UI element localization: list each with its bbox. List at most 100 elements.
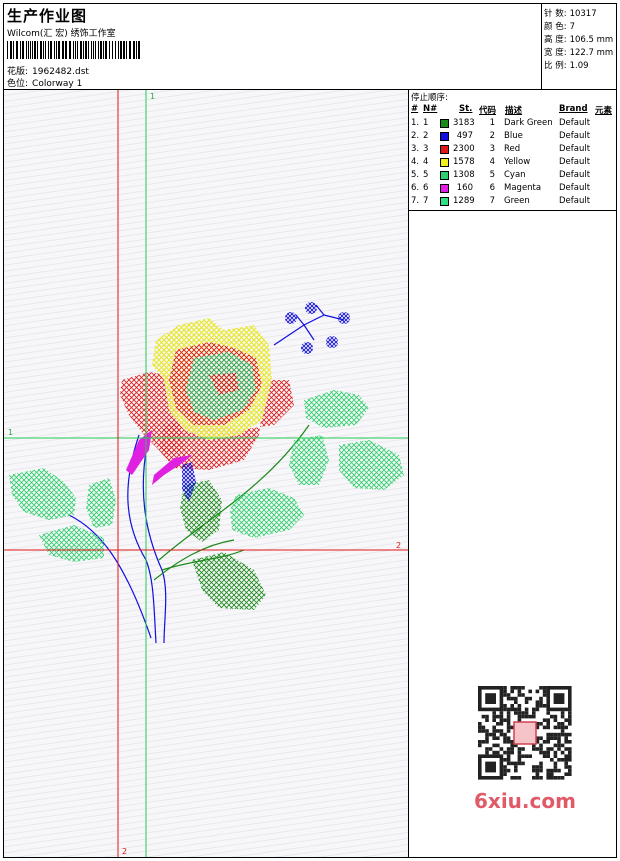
- row-n: 4: [423, 157, 429, 167]
- leaf-bottom-center: [192, 552, 266, 610]
- barcode: [7, 41, 140, 59]
- col-code: 代码: [479, 106, 497, 116]
- table-row: 1. 1 3183 1 Dark Green Default: [409, 118, 616, 131]
- row-brand: Default: [559, 118, 591, 128]
- row-num: 3.: [411, 144, 420, 154]
- row-code: 3: [489, 144, 495, 154]
- leaf-bottom-left: [39, 525, 104, 562]
- bud-blue: [338, 312, 350, 324]
- sheet-header: 生产作业图 Wilcom(汇 宏) 绣饰工作室 花版: 1962482.dst 色…: [4, 4, 616, 90]
- row-brand: Default: [559, 131, 591, 141]
- stat-scale: 比 例: 1.09: [544, 61, 589, 71]
- embroidery-drawing: 1 1 2 2: [4, 90, 408, 857]
- row-brand: Default: [559, 170, 591, 180]
- colorway-value: Colorway 1: [32, 79, 83, 89]
- guide-label: 2: [122, 847, 127, 856]
- qr-image: [478, 686, 572, 780]
- qr-code: [470, 682, 580, 787]
- stop-sequence-title: 停止顺序:: [411, 93, 448, 103]
- color-swatch: [440, 158, 449, 167]
- table-row: 5. 5 1308 5 Cyan Default: [409, 170, 616, 183]
- guide-label: 2: [396, 541, 401, 550]
- row-n: 5: [423, 170, 429, 180]
- stop-sequence-table: 停止顺序: # N# St. 代码 描述 Brand 元素 1. 1 3183 1 Da…: [409, 90, 616, 211]
- color-swatch: [440, 119, 449, 128]
- row-n: 7: [423, 196, 429, 206]
- row-code: 6: [489, 183, 495, 193]
- col-brand: Brand: [559, 104, 588, 114]
- leaf-left-small: [86, 478, 116, 528]
- row-code: 1: [489, 118, 495, 128]
- row-num: 2.: [411, 131, 420, 141]
- leaf-far-right: [339, 440, 404, 490]
- col-n: N#: [423, 104, 438, 114]
- row-num: 4.: [411, 157, 420, 167]
- row-desc: Magenta: [504, 183, 542, 193]
- leaf-left: [9, 468, 76, 520]
- table-row: 6. 6 160 6 Magenta Default: [409, 183, 616, 196]
- colorway-label: 色位:: [7, 79, 29, 89]
- stat-stitches: 针 数: 10317: [544, 9, 597, 19]
- col-st: St.: [459, 104, 473, 114]
- table-row: 3. 3 2300 3 Red Default: [409, 144, 616, 157]
- bud-blue: [305, 302, 317, 314]
- row-n: 3: [423, 144, 429, 154]
- row-st: 160: [456, 183, 473, 193]
- row-code: 2: [489, 131, 495, 141]
- row-st: 497: [456, 131, 473, 141]
- sheet-title: 生产作业图: [7, 7, 88, 25]
- row-st: 2300: [453, 144, 475, 154]
- colorway-line: 色位: Colorway 1: [7, 76, 82, 89]
- stat-colors: 颜 色: 7: [544, 22, 575, 32]
- row-num: 5.: [411, 170, 420, 180]
- row-num: 6.: [411, 183, 420, 193]
- row-n: 1: [423, 118, 429, 128]
- row-code: 7: [489, 196, 495, 206]
- row-brand: Default: [559, 196, 591, 206]
- guide-label: 1: [8, 428, 13, 437]
- row-desc: Green: [504, 196, 530, 206]
- row-st: 1308: [453, 170, 475, 180]
- studio-name: Wilcom(汇 宏) 绣饰工作室: [7, 29, 116, 39]
- row-brand: Default: [559, 157, 591, 167]
- stat-height: 高 度: 106.5 mm: [544, 35, 614, 45]
- table-row: 7. 7 1289 7 Green Default: [409, 196, 616, 209]
- row-desc: Blue: [504, 131, 523, 141]
- color-swatch: [440, 184, 449, 193]
- stat-width: 宽 度: 122.7 mm: [544, 48, 614, 58]
- guide-label: 1: [150, 92, 155, 101]
- color-swatch: [440, 145, 449, 154]
- leaf-right-mid: [230, 488, 304, 538]
- row-st: 1289: [453, 196, 475, 206]
- col-element: 元素: [595, 106, 613, 116]
- leaf-top-right: [304, 390, 369, 428]
- row-desc: Cyan: [504, 170, 526, 180]
- row-st: 3183: [453, 118, 475, 128]
- row-code: 4: [489, 157, 495, 167]
- col-desc: 描述: [505, 106, 523, 116]
- stats-panel: 针 数: 10317 颜 色: 7 高 度: 106.5 mm 宽 度: 122.7 m…: [541, 4, 617, 89]
- row-desc: Red: [504, 144, 521, 154]
- color-swatch: [440, 132, 449, 141]
- row-desc: Yellow: [504, 157, 531, 167]
- bud-blue: [326, 336, 338, 348]
- row-n: 6: [423, 183, 429, 193]
- row-num: 1.: [411, 118, 420, 128]
- bud-blue: [301, 342, 313, 354]
- row-brand: Default: [559, 183, 591, 193]
- design-preview: 1 1 2 2: [4, 90, 409, 857]
- row-st: 1578: [453, 157, 475, 167]
- col-num: #: [411, 104, 419, 114]
- bud-blue: [285, 312, 297, 324]
- watermark-site: 6xiu.com: [474, 789, 576, 813]
- table-row: 4. 4 1578 4 Yellow Default: [409, 157, 616, 170]
- row-desc: Dark Green: [504, 118, 553, 128]
- row-code: 5: [489, 170, 495, 180]
- row-num: 7.: [411, 196, 420, 206]
- table-row: 2. 2 497 2 Blue Default: [409, 131, 616, 144]
- row-brand: Default: [559, 144, 591, 154]
- color-swatch: [440, 171, 449, 180]
- leaf-right: [289, 435, 329, 485]
- row-n: 2: [423, 131, 429, 141]
- color-swatch: [440, 197, 449, 206]
